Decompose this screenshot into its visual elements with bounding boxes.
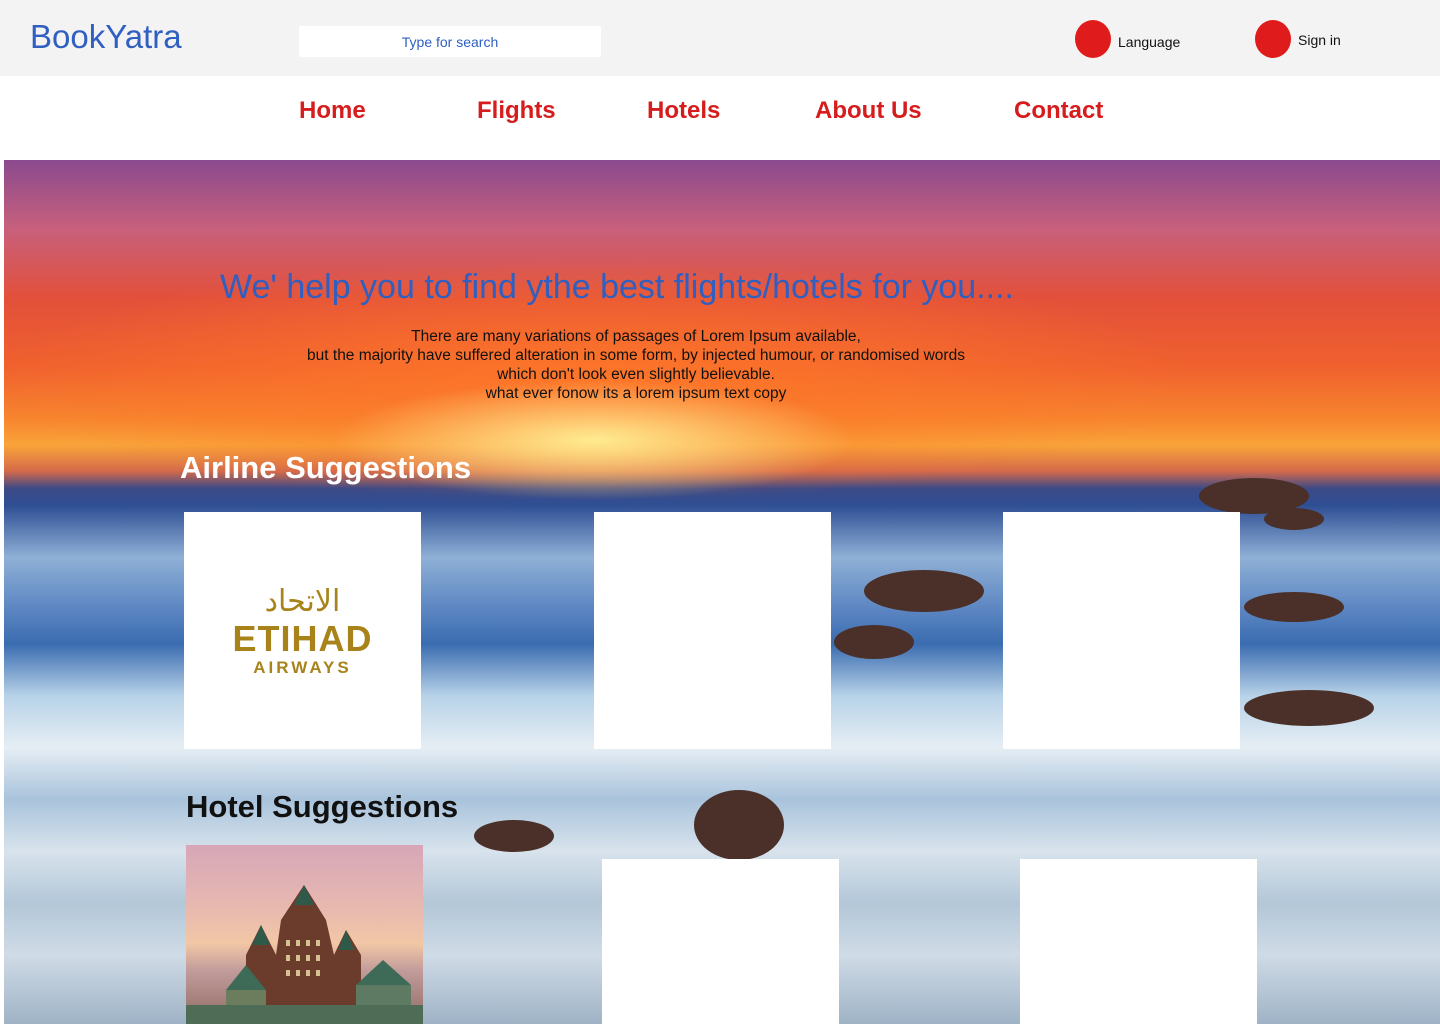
hotel-suggestions-title: Hotel Suggestions <box>186 789 459 824</box>
etihad-logo-text: ETIHAD <box>232 618 373 659</box>
etihad-logo-subtext: AIRWAYS <box>253 658 352 677</box>
airline-card[interactable] <box>1003 512 1240 749</box>
airline-card[interactable] <box>594 512 831 749</box>
nav-hotels[interactable]: Hotels <box>647 97 720 125</box>
nav-contact[interactable]: Contact <box>1014 97 1103 125</box>
hotel-card-chateau[interactable] <box>186 845 423 1024</box>
language-icon[interactable] <box>1075 20 1111 58</box>
hero-description-line: which don't look even slightly believabl… <box>497 366 775 383</box>
hotel-image <box>186 885 423 1024</box>
search-input[interactable] <box>299 26 601 57</box>
hotel-card[interactable] <box>602 859 839 1024</box>
nav-home[interactable]: Home <box>299 97 366 125</box>
site-logo[interactable]: BookYatra <box>30 18 182 56</box>
top-bar: BookYatra Language Sign in <box>0 0 1440 76</box>
sign-in-link[interactable]: Sign in <box>1298 32 1341 48</box>
hero-title: We' help you to find ythe best flights/h… <box>220 268 1014 306</box>
user-icon[interactable] <box>1255 20 1291 58</box>
airline-suggestions-title: Airline Suggestions <box>180 450 472 485</box>
language-label[interactable]: Language <box>1118 34 1180 50</box>
nav-about-us[interactable]: About Us <box>815 97 922 125</box>
nav-flights[interactable]: Flights <box>477 97 556 125</box>
hero-description-line: but the majority have suffered alteratio… <box>307 347 965 364</box>
hero-description-line: There are many variations of passages of… <box>411 328 861 345</box>
hero-description: There are many variations of passages of… <box>236 327 1036 403</box>
airline-card-etihad[interactable]: الاتحاد ETIHAD AIRWAYS <box>184 512 421 749</box>
etihad-logo-arabic: الاتحاد <box>264 584 341 619</box>
hero-description-line: what ever fonow its a lorem ipsum text c… <box>485 385 787 402</box>
hotel-card[interactable] <box>1020 859 1257 1024</box>
